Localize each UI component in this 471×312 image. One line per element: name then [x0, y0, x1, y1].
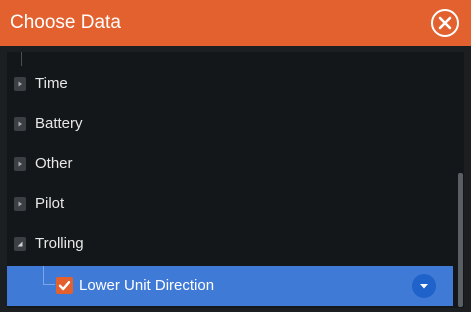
expand-arrow-icon[interactable] — [14, 117, 26, 131]
expand-arrow-icon[interactable] — [14, 197, 26, 211]
tree-item-label: Trolling — [35, 235, 84, 252]
tree-item-label: Other — [35, 155, 73, 172]
expand-arrow-icon[interactable] — [14, 77, 26, 91]
tree-item-other[interactable]: Other — [7, 144, 453, 184]
tree-item-pilot[interactable]: Pilot — [7, 184, 453, 224]
dialog-title: Choose Data — [10, 12, 121, 33]
tree-item-lower-unit-direction[interactable]: Lower Unit Direction — [7, 266, 453, 306]
tree-item-label: Time — [35, 75, 68, 92]
checkmark-icon — [58, 280, 71, 291]
tree-item-time[interactable]: Time — [7, 64, 453, 104]
collapse-arrow-icon[interactable] — [14, 237, 26, 251]
tree-connector-line — [43, 266, 44, 284]
chevron-down-icon — [420, 284, 428, 289]
title-bar: Choose Data — [0, 0, 471, 46]
item-options-button[interactable] — [412, 274, 436, 298]
close-button[interactable] — [431, 9, 459, 37]
choose-data-dialog: Choose Data Time Battery Other Pilot Tro… — [0, 0, 471, 312]
close-icon — [438, 16, 452, 30]
lower-unit-direction-checkbox[interactable] — [56, 277, 73, 294]
expand-arrow-icon[interactable] — [14, 157, 26, 171]
tree-item-trolling[interactable]: Trolling — [7, 224, 453, 264]
data-tree-list[interactable]: Time Battery Other Pilot Trolling Lower … — [7, 52, 464, 308]
tree-item-label: Lower Unit Direction — [79, 277, 215, 294]
tree-connector-line — [43, 284, 55, 285]
list-scrollbar[interactable] — [458, 173, 463, 307]
tree-item-battery[interactable]: Battery — [7, 104, 453, 144]
tree-item-label: Battery — [35, 115, 83, 132]
tree-item-label: Pilot — [35, 195, 65, 212]
